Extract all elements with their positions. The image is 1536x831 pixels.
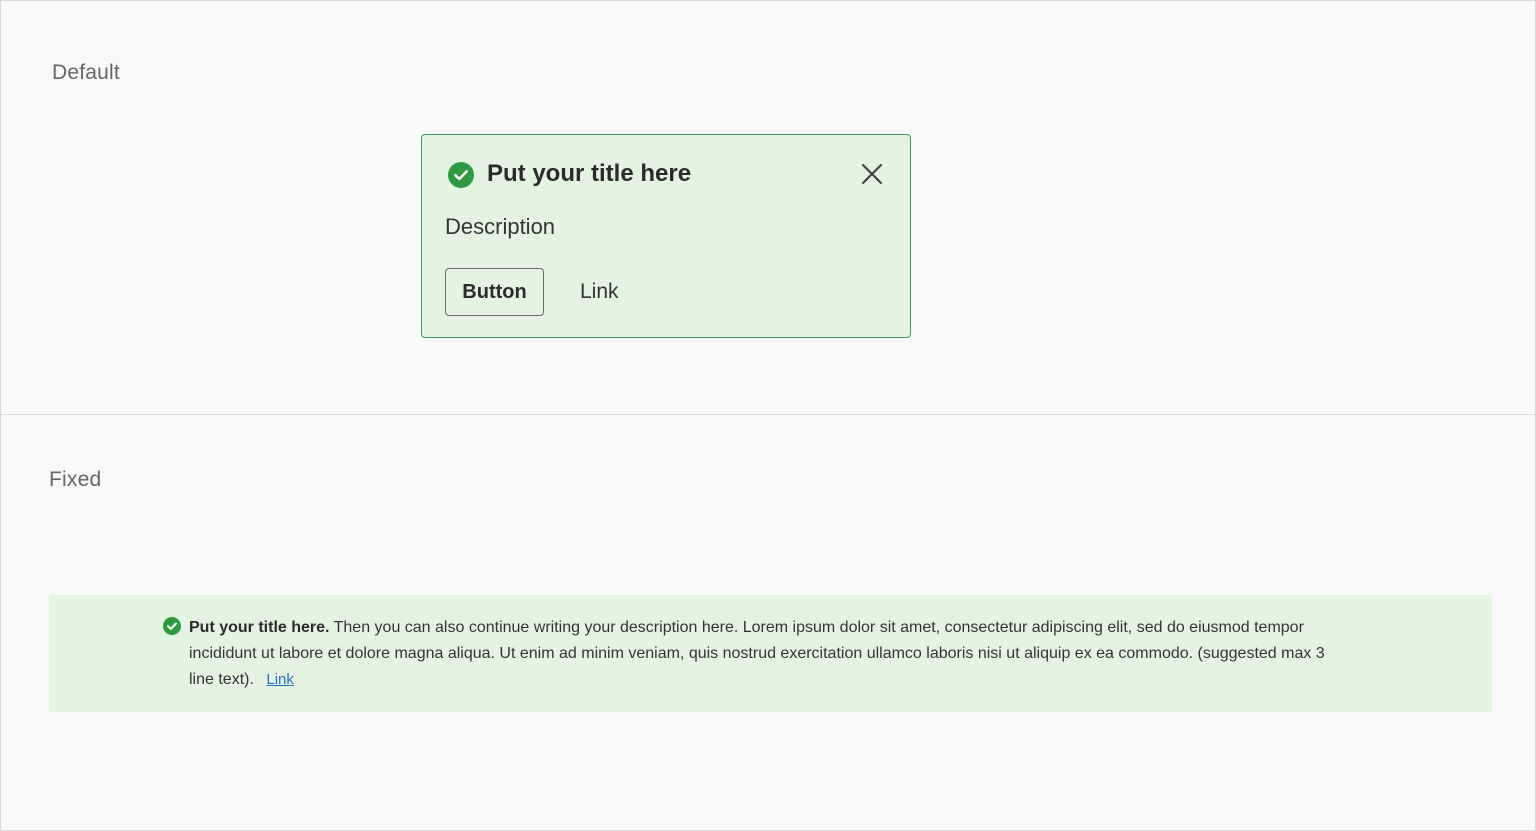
banner-title: Put your title here. — [189, 619, 330, 636]
success-banner: Put your title here. Then you can also c… — [49, 595, 1492, 712]
default-section: Default Put your title here Description … — [1, 1, 1535, 414]
section-label-fixed: Fixed — [49, 468, 102, 491]
fixed-section: Fixed Put your title here. Then you can … — [1, 415, 1535, 830]
close-icon[interactable] — [860, 162, 884, 186]
check-circle-icon — [448, 162, 474, 188]
toast-title: Put your title here — [487, 160, 692, 187]
canvas-frame: Default Put your title here Description … — [0, 0, 1536, 831]
section-label-default: Default — [52, 61, 120, 84]
toast-description: Description — [445, 214, 556, 239]
check-circle-icon — [163, 617, 181, 635]
banner-text: Put your title here. Then you can also c… — [189, 615, 1349, 693]
success-toast: Put your title here Description Button L… — [421, 134, 911, 338]
banner-link[interactable]: Link — [266, 671, 294, 688]
toast-action-button[interactable]: Button — [445, 268, 544, 316]
toast-link[interactable]: Link — [580, 280, 619, 304]
banner-description: Then you can also continue writing your … — [189, 619, 1325, 688]
